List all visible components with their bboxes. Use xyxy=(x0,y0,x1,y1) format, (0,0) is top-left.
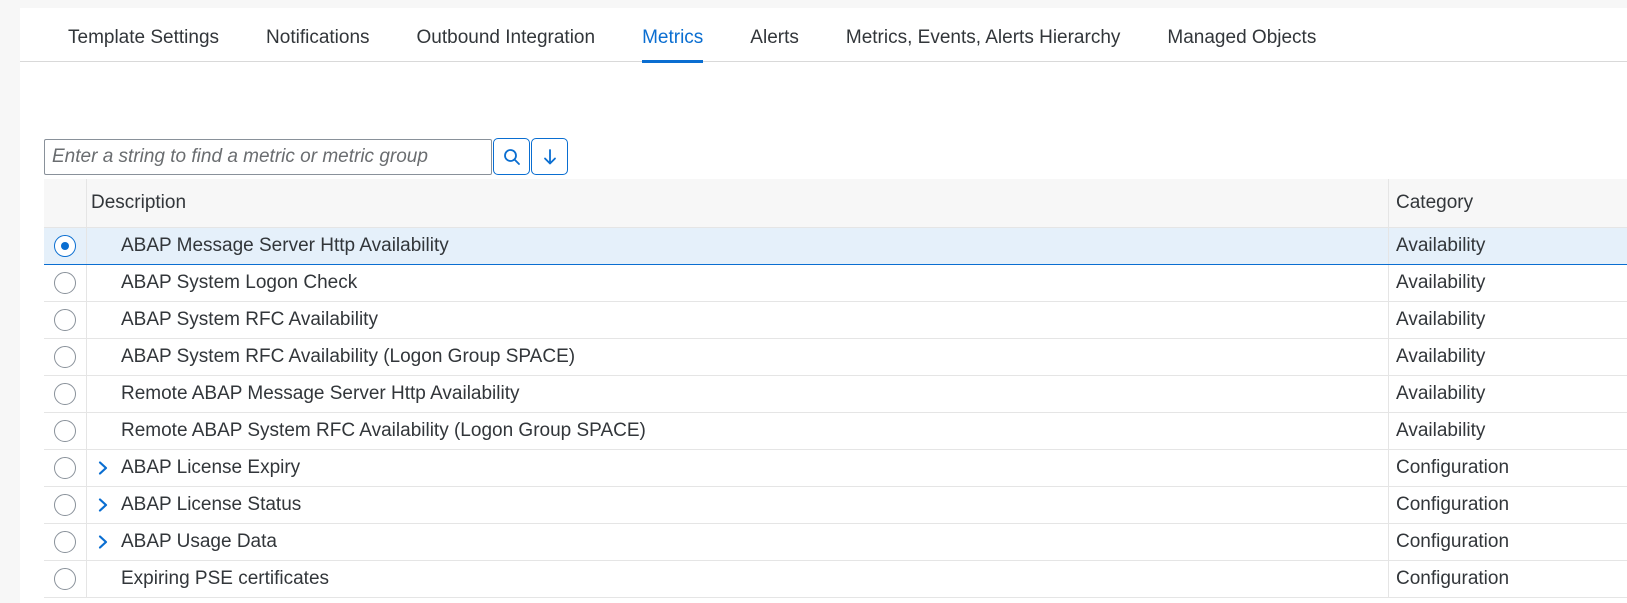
table-row[interactable]: ABAP Usage Data Configuration xyxy=(44,524,1627,561)
row-radio[interactable] xyxy=(54,235,76,257)
category-cell: Availability xyxy=(1396,420,1486,441)
column-header-category[interactable]: Category xyxy=(1389,179,1627,227)
tab-bar: Template Settings Notifications Outbound… xyxy=(20,8,1627,63)
row-select-cell xyxy=(44,265,87,301)
row-radio[interactable] xyxy=(54,494,76,516)
row-radio[interactable] xyxy=(54,346,76,368)
category-cell: Availability xyxy=(1396,235,1486,256)
chevron-right-icon[interactable] xyxy=(97,458,117,478)
description-cell: ABAP License Expiry xyxy=(87,450,1389,486)
header-select-cell xyxy=(44,179,87,227)
row-select-cell xyxy=(44,228,87,264)
table-row[interactable]: ABAP System RFC Availability Availability xyxy=(44,302,1627,339)
search-icon xyxy=(503,148,521,166)
description-text: ABAP System RFC Availability (Logon Grou… xyxy=(121,346,576,367)
row-select-cell xyxy=(44,376,87,412)
category-cell: Configuration xyxy=(1396,457,1510,478)
description-cell: ABAP Usage Data xyxy=(87,524,1389,560)
category-cell: Configuration xyxy=(1396,531,1510,552)
description-text: ABAP System RFC Availability xyxy=(121,309,378,330)
top-strip xyxy=(0,0,1627,8)
table-body: ABAP Message Server Http Availability Ava… xyxy=(44,228,1627,598)
table-row[interactable]: ABAP License Status Configuration xyxy=(44,487,1627,524)
description-text: Remote ABAP System RFC Availability (Log… xyxy=(121,420,646,441)
description-cell: ABAP System RFC Availability xyxy=(87,302,1389,338)
row-radio[interactable] xyxy=(54,531,76,553)
row-radio[interactable] xyxy=(54,383,76,405)
description-cell: Remote ABAP Message Server Http Availabi… xyxy=(87,376,1389,412)
arrow-down-icon xyxy=(542,148,558,166)
description-text: ABAP Usage Data xyxy=(121,531,277,552)
row-select-cell xyxy=(44,487,87,523)
row-radio[interactable] xyxy=(54,309,76,331)
table-row[interactable]: ABAP Message Server Http Availability Ava… xyxy=(44,228,1627,265)
row-radio[interactable] xyxy=(54,568,76,590)
table-row[interactable]: Remote ABAP Message Server Http Availabi… xyxy=(44,376,1627,413)
column-header-description[interactable]: Description xyxy=(87,179,1389,227)
tab-notifications[interactable]: Notifications xyxy=(266,8,370,62)
tab-outbound-integration[interactable]: Outbound Integration xyxy=(417,8,596,62)
category-cell: Configuration xyxy=(1396,568,1510,589)
description-text: ABAP Message Server Http Availability xyxy=(121,235,449,256)
metrics-table: Description Category ABAP Message Server… xyxy=(44,179,1627,598)
row-select-cell xyxy=(44,524,87,560)
description-text: Remote ABAP Message Server Http Availabi… xyxy=(121,383,520,404)
tab-alerts[interactable]: Alerts xyxy=(750,8,799,62)
category-cell: Availability xyxy=(1396,272,1486,293)
table-row[interactable]: ABAP License Expiry Configuration xyxy=(44,450,1627,487)
row-radio[interactable] xyxy=(54,420,76,442)
left-strip xyxy=(0,0,20,603)
description-text: ABAP System Logon Check xyxy=(121,272,358,293)
description-cell: ABAP System Logon Check xyxy=(87,265,1389,301)
chevron-right-icon[interactable] xyxy=(97,532,117,552)
description-text: ABAP License Status xyxy=(121,494,302,515)
table-row[interactable]: Expiring PSE certificates Configuration xyxy=(44,561,1627,598)
table-header: Description Category xyxy=(44,179,1627,228)
table-row[interactable]: Remote ABAP System RFC Availability (Log… xyxy=(44,413,1627,450)
tab-metrics[interactable]: Metrics xyxy=(642,8,704,63)
table-row[interactable]: ABAP System RFC Availability (Logon Grou… xyxy=(44,339,1627,376)
description-cell: Expiring PSE certificates xyxy=(87,561,1389,597)
description-cell: ABAP System RFC Availability (Logon Grou… xyxy=(87,339,1389,375)
tab-template-settings[interactable]: Template Settings xyxy=(68,8,219,62)
category-cell: Availability xyxy=(1396,383,1486,404)
category-cell: Configuration xyxy=(1396,494,1510,515)
description-cell: Remote ABAP System RFC Availability (Log… xyxy=(87,413,1389,449)
description-text: Expiring PSE certificates xyxy=(121,568,330,589)
tab-metrics-events-alerts-hierarchy[interactable]: Metrics, Events, Alerts Hierarchy xyxy=(846,8,1121,62)
row-select-cell xyxy=(44,339,87,375)
search-button[interactable] xyxy=(493,138,530,175)
category-cell: Availability xyxy=(1396,309,1486,330)
chevron-right-icon[interactable] xyxy=(97,495,117,515)
description-text: ABAP License Expiry xyxy=(121,457,301,478)
description-cell: ABAP Message Server Http Availability xyxy=(87,228,1389,264)
search-row xyxy=(44,138,568,175)
row-select-cell xyxy=(44,561,87,597)
row-select-cell xyxy=(44,413,87,449)
row-select-cell xyxy=(44,450,87,486)
row-radio[interactable] xyxy=(54,457,76,479)
find-next-button[interactable] xyxy=(531,138,568,175)
table-row[interactable]: ABAP System Logon Check Availability xyxy=(44,265,1627,302)
tab-managed-objects[interactable]: Managed Objects xyxy=(1167,8,1316,62)
search-input[interactable] xyxy=(44,138,492,175)
category-cell: Availability xyxy=(1396,346,1486,367)
description-cell: ABAP License Status xyxy=(87,487,1389,523)
page: Template Settings Notifications Outbound… xyxy=(0,0,1627,603)
row-select-cell xyxy=(44,302,87,338)
row-radio[interactable] xyxy=(54,272,76,294)
